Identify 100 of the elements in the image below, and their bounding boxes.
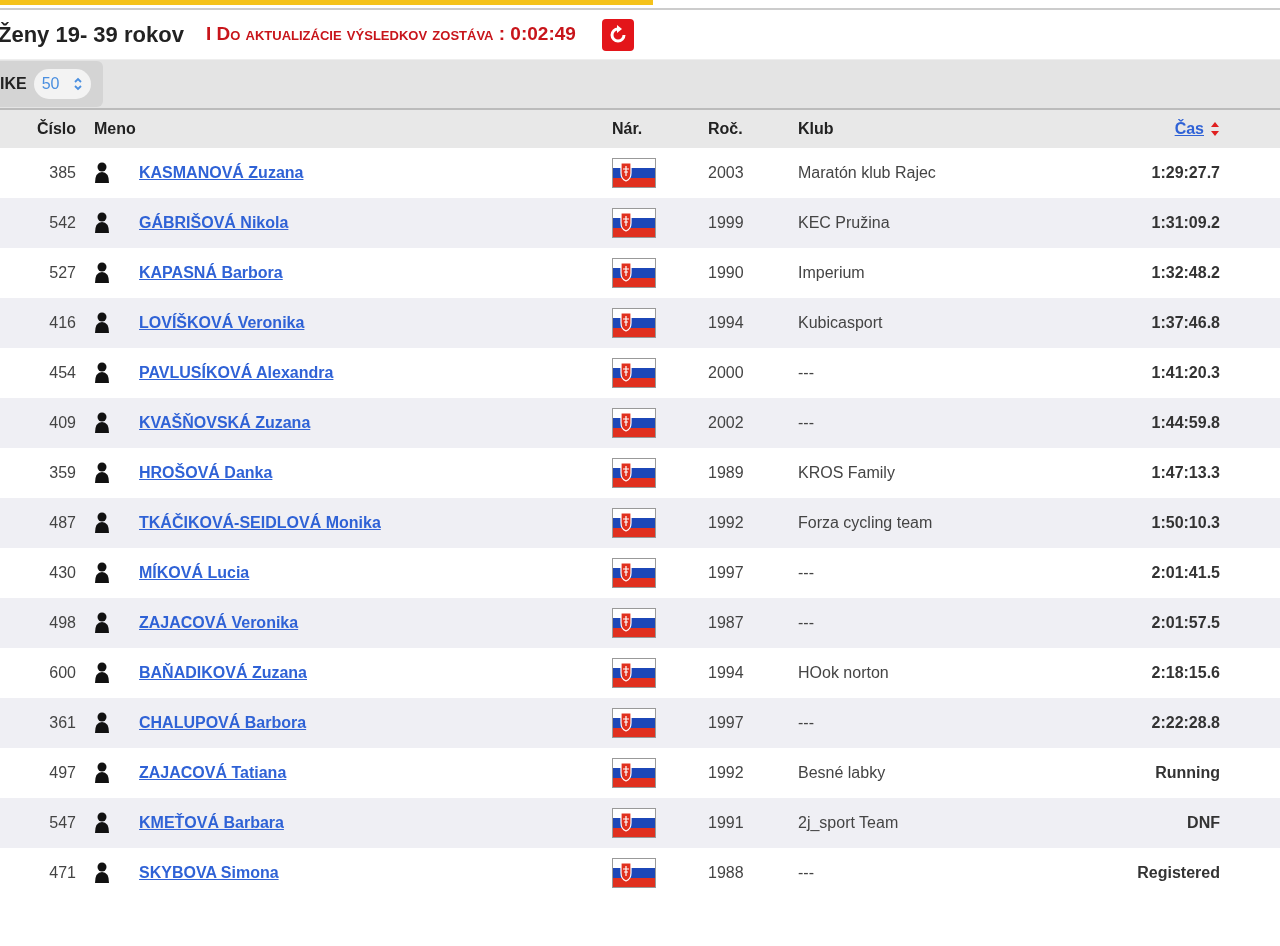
athlete-link[interactable]: LOVÍŠKOVÁ Veronika [139, 311, 305, 335]
slovak-flag-icon [612, 808, 656, 838]
finish-time: 1:31:09.2 [1151, 213, 1220, 233]
person-icon [94, 162, 110, 184]
page-size-select[interactable]: 50 [33, 69, 92, 99]
bib-number: 409 [49, 413, 76, 433]
person-icon [94, 662, 110, 684]
athlete-link[interactable]: HROŠOVÁ Danka [139, 461, 273, 485]
club-name: --- [798, 363, 814, 383]
athlete-link[interactable]: CHALUPOVÁ Barbora [139, 711, 307, 735]
finish-time: 2:22:28.8 [1151, 713, 1220, 733]
finish-time: 1:32:48.2 [1151, 263, 1220, 283]
bib-number: 430 [49, 563, 76, 583]
countdown-text: I Do aktualizácie výsledkov zostáva : 0:02:49 [205, 22, 576, 47]
person-icon [94, 262, 110, 284]
column-header: Roč. [708, 119, 743, 139]
slovak-flag-icon [612, 608, 656, 638]
bib-number: 416 [49, 313, 76, 333]
slovak-flag-icon [612, 258, 656, 288]
club-name: HOok norton [798, 663, 889, 683]
birth-year: 2003 [708, 163, 744, 183]
bib-number: 385 [49, 163, 76, 183]
slovak-flag-icon [612, 708, 656, 738]
slovak-flag-icon [612, 358, 656, 388]
column-header: Číslo [36, 118, 76, 139]
club-name: 2j_sport Team [798, 813, 899, 833]
person-icon [94, 312, 110, 334]
birth-year: 1994 [708, 663, 744, 683]
birth-year: 2000 [708, 363, 744, 383]
finish-time: 2:01:41.5 [1151, 563, 1220, 583]
status-text: Running [1155, 763, 1220, 783]
club-name: Besné labky [798, 763, 886, 783]
athlete-link[interactable]: KAPASNÁ Barbora [139, 261, 283, 285]
birth-year: 1997 [708, 563, 744, 583]
person-icon [94, 862, 110, 884]
finish-time: 1:41:20.3 [1151, 363, 1220, 383]
club-name: --- [798, 413, 814, 433]
bib-number: 454 [49, 363, 76, 383]
slovak-flag-icon [612, 558, 656, 588]
birth-year: 1989 [708, 463, 744, 483]
finish-time: 1:50:10.3 [1151, 513, 1220, 533]
birth-year: 2002 [708, 413, 744, 433]
bib-number: 498 [49, 613, 76, 633]
birth-year: 1997 [708, 713, 744, 733]
athlete-link[interactable]: PAVLUSÍKOVÁ Alexandra [139, 361, 334, 385]
birth-year: 1994 [708, 313, 744, 333]
athlete-link[interactable]: ZAJACOVÁ Veronika [139, 611, 299, 635]
club-name: --- [798, 863, 814, 883]
person-icon [94, 512, 110, 534]
club-name: Forza cycling team [798, 513, 933, 533]
slovak-flag-icon [612, 658, 656, 688]
column-header: Meno [94, 119, 136, 139]
athlete-link[interactable]: SKYBOVA Simona [139, 861, 279, 885]
athlete-link[interactable]: ZAJACOVÁ Tatiana [139, 761, 287, 785]
bib-number: 600 [49, 663, 76, 683]
athlete-link[interactable]: MÍKOVÁ Lucia [139, 561, 250, 585]
bib-number: 497 [49, 763, 76, 783]
sort-link[interactable]: Čas [1174, 117, 1204, 141]
athlete-link[interactable]: KVAŠŇOVSKÁ Zuzana [139, 411, 311, 435]
athlete-link[interactable]: KASMANOVÁ Zuzana [139, 161, 304, 185]
slovak-flag-icon [612, 158, 656, 188]
bib-number: 547 [49, 813, 76, 833]
athlete-link[interactable]: BAŇADIKOVÁ Zuzana [139, 661, 307, 685]
club-name: --- [798, 613, 814, 633]
bib-number: 542 [49, 213, 76, 233]
finish-time: 2:18:15.6 [1151, 663, 1220, 683]
slovak-flag-icon [612, 308, 656, 338]
bib-number: 359 [49, 463, 76, 483]
person-icon [94, 362, 110, 384]
slovak-flag-icon [612, 208, 656, 238]
finish-time: 1:47:13.3 [1151, 463, 1220, 483]
club-name: KEC Pružina [798, 213, 890, 233]
person-icon [94, 562, 110, 584]
status-text: DNF [1187, 813, 1220, 833]
bib-number: 471 [49, 863, 76, 883]
person-icon [94, 612, 110, 634]
status-text: Registered [1137, 863, 1220, 883]
club-name: Maratón klub Rajec [798, 163, 936, 183]
club-name: --- [798, 563, 814, 583]
person-icon [94, 812, 110, 834]
birth-year: 1991 [708, 813, 744, 833]
chevron-updown-icon [73, 77, 84, 91]
athlete-link[interactable]: TKÁČIKOVÁ-SEIDLOVÁ Monika [139, 511, 381, 535]
person-icon [94, 212, 110, 234]
column-header: Nár. [612, 119, 643, 139]
slovak-flag-icon [612, 408, 656, 438]
bib-number: 487 [49, 513, 76, 533]
slovak-flag-icon [612, 758, 656, 788]
slovak-flag-icon [612, 858, 656, 888]
birth-year: 1988 [708, 863, 744, 883]
birth-year: 1992 [708, 513, 744, 533]
refresh-button[interactable] [601, 18, 634, 51]
birth-year: 1990 [708, 263, 744, 283]
slovak-flag-icon [612, 458, 656, 488]
athlete-link[interactable]: KMEŤOVÁ Barbara [139, 811, 284, 835]
slovak-flag-icon [612, 508, 656, 538]
club-name: KROS Family [798, 463, 895, 483]
athlete-link[interactable]: GÁBRIŠOVÁ Nikola [139, 211, 289, 235]
finish-time: 1:37:46.8 [1151, 313, 1220, 333]
bib-number: 527 [49, 263, 76, 283]
